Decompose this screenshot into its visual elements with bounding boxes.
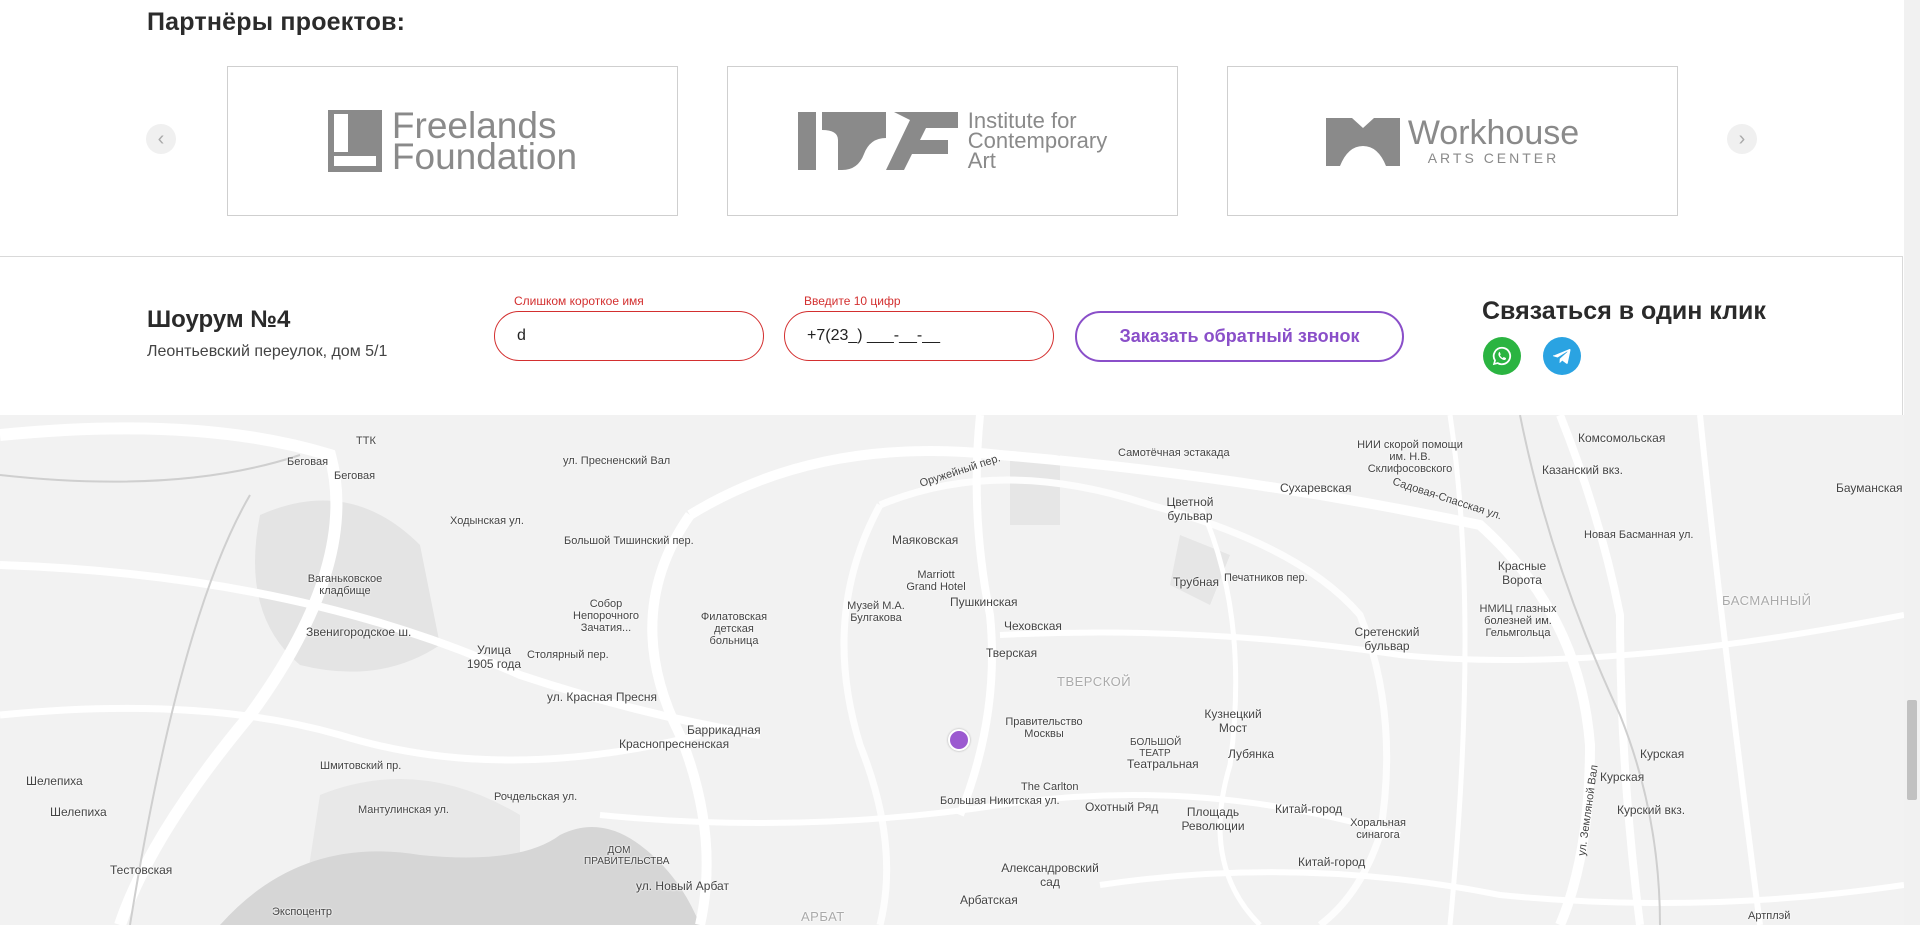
map-label: Тверская: [986, 646, 1038, 660]
map-label: Китай-город: [1275, 802, 1343, 816]
map-label: Александровский сад: [1001, 861, 1099, 889]
map-label: Marriott Grand Hotel: [906, 569, 966, 593]
telegram-icon: [1553, 349, 1571, 364]
map-label: Рочдельская ул.: [494, 791, 578, 803]
map-label: Большой Тишинский пер.: [564, 535, 694, 547]
ica-line3: Art: [967, 148, 996, 173]
map-label: Ходынская ул.: [450, 515, 524, 527]
map-label: Хоральная синагога: [1350, 817, 1406, 841]
map-label: ДОМ ПРАВИТЕЛЬСТВА: [584, 845, 670, 867]
showroom-map-marker[interactable]: [948, 729, 970, 751]
map-label: Бауманская: [1836, 481, 1903, 495]
phone-field[interactable]: [784, 311, 1054, 361]
map-label: Пушкинская: [950, 595, 1018, 609]
oneclick-title: Связаться в один клик: [1482, 297, 1766, 325]
map-label: Экспоцентр: [272, 906, 332, 918]
workhouse-logo: Workhouse ARTS CENTER: [1325, 114, 1580, 166]
map-label: Шелепиха: [26, 774, 83, 788]
carousel-prev-button[interactable]: ‹: [146, 124, 176, 154]
map-label: Курская: [1640, 747, 1685, 761]
whatsapp-button[interactable]: [1483, 337, 1521, 375]
map-label: Сухаревская: [1280, 481, 1352, 495]
workhouse-line1: Workhouse: [1407, 114, 1580, 152]
map-label: БОЛЬШОЙ ТЕАТР: [1130, 737, 1182, 759]
map-label: Красные Ворота: [1497, 559, 1547, 587]
map-label: Собор Непорочного Зачатия...: [573, 598, 639, 634]
map-label: Беговая: [334, 470, 376, 482]
map-roads: [0, 415, 1904, 925]
map-label: Трубная: [1173, 575, 1220, 589]
callback-button[interactable]: Заказать обратный звонок: [1075, 311, 1404, 362]
map-label: Комсомольская: [1578, 431, 1666, 445]
ica-logo: Institute for Contemporary Art: [797, 110, 1107, 173]
map-label: Площадь Революции: [1181, 805, 1245, 833]
chevron-right-icon: ›: [1738, 127, 1746, 150]
map-label: Печатников пер.: [1224, 572, 1308, 584]
map-label: Беговая: [287, 456, 329, 468]
map-label: Курская: [1600, 770, 1645, 784]
map-label: Тестовская: [110, 863, 173, 877]
map-label: Ваганьковское кладбище: [307, 573, 383, 597]
map-label: Охотный Ряд: [1085, 800, 1159, 814]
map-label: Столярный пер.: [527, 649, 609, 661]
map-label: Цветной бульвар: [1166, 495, 1214, 523]
map-label: Мантулинская ул.: [358, 804, 449, 816]
map-label: Большая Никитская ул.: [940, 795, 1060, 807]
map-label: Новая Басманная ул.: [1584, 529, 1694, 541]
map-label: Китай-город: [1298, 855, 1366, 869]
map-label: БАСМАННЫЙ: [1722, 593, 1812, 608]
map-label: Артплэй: [1748, 910, 1791, 922]
map-label: Звенигородское ш.: [306, 625, 412, 639]
freelands-line2: Foundation: [391, 136, 578, 177]
map-label: Филатовская детская больница: [700, 611, 768, 647]
map-label: Лубянка: [1228, 747, 1275, 761]
map-label: Шелепиха: [50, 805, 107, 819]
map-label: Курский вкз.: [1617, 803, 1686, 817]
map-label: ТТК: [356, 435, 376, 447]
map-label: Самотёчная эстакада: [1118, 447, 1230, 459]
map-label: Сретенский бульвар: [1354, 625, 1420, 653]
map-label: ул. Новый Арбат: [636, 879, 729, 893]
map-label: ул. Красная Пресня: [547, 690, 657, 704]
name-error: Слишком короткое имя: [514, 294, 644, 308]
map-label: ТВЕРСКОЙ: [1057, 674, 1132, 689]
map-label: НИИ скорой помощи им. Н.В. Склифосовског…: [1357, 439, 1463, 475]
scrollbar-thumb[interactable]: [1907, 700, 1917, 800]
map-label: Правительство Москвы: [1005, 716, 1083, 740]
workhouse-line2: ARTS CENTER: [1427, 150, 1560, 166]
freelands-mark-icon: [327, 110, 382, 172]
map-label: Улица 1905 года: [466, 643, 522, 671]
map-label: АРБАТ: [801, 909, 845, 924]
map-label: Музей М.А. Булгакова: [847, 600, 905, 624]
map-label: Шмитовский пр.: [320, 760, 402, 772]
phone-error: Введите 10 цифр: [804, 294, 901, 308]
partner-card-ica[interactable]: Institute for Contemporary Art: [727, 66, 1178, 216]
map-label: ул. Пресненский Вал: [563, 455, 671, 467]
telegram-button[interactable]: [1543, 337, 1581, 375]
ica-mark-icon: [797, 112, 958, 170]
map-label: Казанский вкз.: [1542, 463, 1623, 477]
map-label: Маяковская: [892, 533, 959, 547]
showroom-title: Шоурум №4: [147, 306, 291, 333]
showroom-address: Леонтьевский переулок, дом 5/1: [147, 343, 388, 360]
chevron-left-icon: ‹: [157, 127, 165, 150]
partner-card-freelands[interactable]: Freelands Foundation: [227, 66, 678, 216]
map-label: Краснопресненская: [619, 737, 730, 751]
workhouse-mark-icon: [1325, 118, 1400, 166]
carousel-next-button[interactable]: ›: [1727, 124, 1757, 154]
map-label: The Carlton: [1021, 781, 1079, 793]
whatsapp-icon: [1492, 346, 1512, 366]
map[interactable]: Беговая Беговая ТТК Ходынская ул. ул. Пр…: [0, 415, 1904, 925]
map-label: НМИЦ глазных болезней им. Гельмгольца: [1479, 603, 1557, 639]
page: Партнёры проектов: ‹ › Freelands Foundat…: [0, 0, 1904, 925]
map-label: Баррикадная: [687, 723, 761, 737]
map-label: Чеховская: [1004, 619, 1062, 633]
name-field[interactable]: [494, 311, 764, 361]
map-label: Кузнецкий Мост: [1204, 707, 1262, 735]
map-label: Театральная: [1127, 757, 1199, 771]
map-label: Арбатская: [960, 893, 1018, 907]
partners-title: Партнёры проектов:: [147, 8, 406, 36]
partner-card-workhouse[interactable]: Workhouse ARTS CENTER: [1227, 66, 1678, 216]
freelands-logo: Freelands Foundation: [327, 107, 578, 177]
